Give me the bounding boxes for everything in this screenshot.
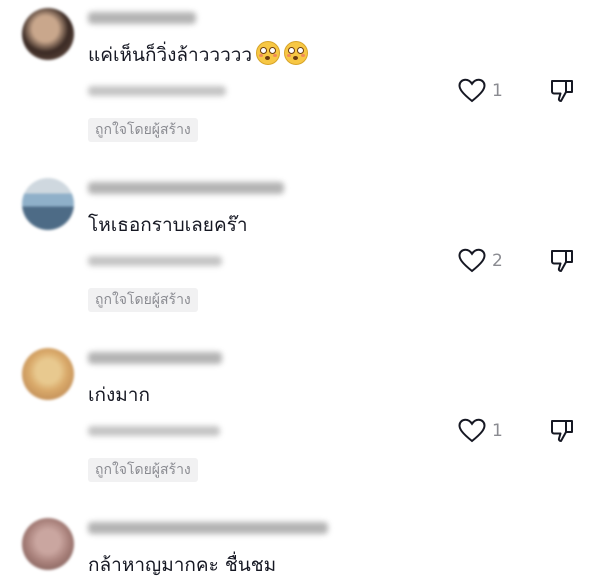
liked-by-creator-badge: ถูกใจโดยผู้สร้าง [88, 288, 198, 312]
thumbs-down-outline-icon [551, 420, 573, 442]
comment-text-content: แค่เห็นก็วิ่งล้าววววว [88, 44, 253, 66]
avatar[interactable] [22, 518, 74, 570]
comment-meta-blurred [88, 426, 220, 436]
thumbs-down-outline-icon [551, 250, 573, 272]
avatar[interactable] [22, 178, 74, 230]
liked-by-creator-badge: ถูกใจโดยผู้สร้าง [88, 118, 198, 142]
username-blurred[interactable] [88, 12, 196, 24]
comment-text-content: โหเธอกราบเลยคร๊า [88, 214, 248, 236]
like-button[interactable]: 2 [458, 248, 503, 274]
like-count: 1 [492, 81, 503, 101]
dislike-button[interactable] [548, 417, 576, 449]
heart-outline-icon [458, 418, 486, 443]
dislike-button[interactable] [548, 247, 576, 279]
flushed-face-icon [284, 41, 309, 65]
heart-outline-icon [458, 78, 486, 103]
username-blurred[interactable] [88, 352, 222, 364]
comment-text-content: กล้าหาญมากคะ ชื่นชม [88, 554, 277, 576]
comment-text-content: เก่งมาก [88, 384, 150, 406]
comment-text: เก่งมาก [88, 380, 150, 410]
like-count: 1 [492, 421, 503, 441]
like-count: 2 [492, 251, 503, 271]
comment-meta-blurred [88, 86, 226, 96]
comment-text: แค่เห็นก็วิ่งล้าววววว [88, 40, 309, 70]
like-button[interactable]: 1 [458, 78, 503, 104]
liked-by-creator-badge: ถูกใจโดยผู้สร้าง [88, 458, 198, 482]
comment-text: โหเธอกราบเลยคร๊า [88, 210, 248, 240]
thumbs-down-outline-icon [551, 80, 573, 102]
flushed-face-icon [256, 41, 281, 65]
comment-meta-blurred [88, 256, 222, 266]
avatar[interactable] [22, 8, 74, 60]
avatar[interactable] [22, 348, 74, 400]
comment-text: กล้าหาญมากคะ ชื่นชม [88, 550, 276, 580]
heart-outline-icon [458, 248, 486, 273]
username-blurred[interactable] [88, 182, 284, 194]
username-blurred[interactable] [88, 522, 328, 534]
like-button[interactable]: 1 [458, 418, 503, 444]
dislike-button[interactable] [548, 77, 576, 109]
